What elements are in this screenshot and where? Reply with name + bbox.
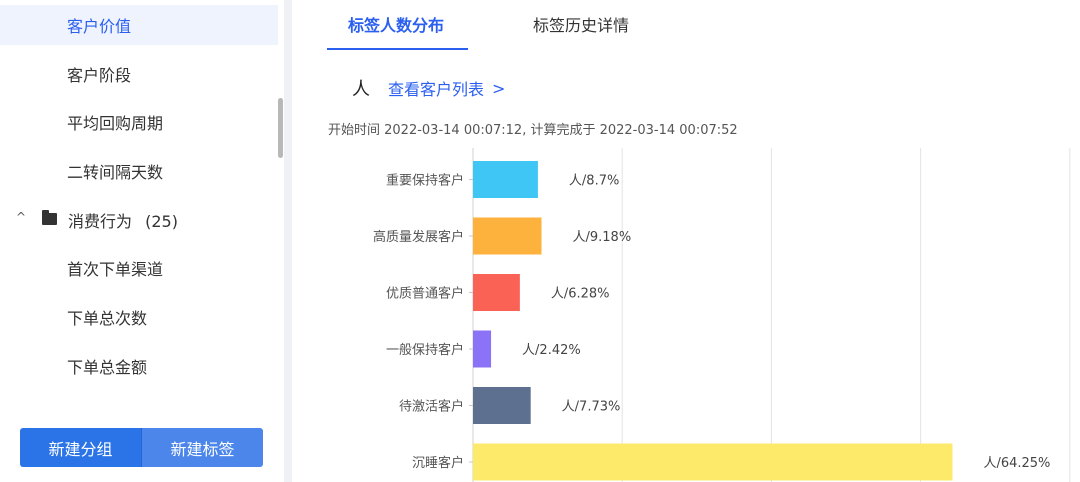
data-label: 人/7.73% [562, 400, 621, 415]
sidebar-item-avg-repurchase-cycle[interactable]: 平均回购周期 [0, 102, 278, 142]
calculation-time-info: 开始时间 2022-03-14 00:07:12, 计算完成于 2022-03-… [328, 123, 738, 138]
sidebar-item-label: 下单总金额 [67, 358, 148, 377]
category-label: 重要保持客户 [386, 173, 464, 189]
folder-icon [42, 210, 57, 225]
data-label: 人/8.7% [569, 174, 619, 189]
tab-tag-history[interactable]: 标签历史详情 [533, 12, 629, 36]
sidebar-item-label: 客户阶段 [67, 66, 132, 85]
active-tab-indicator [327, 48, 468, 50]
view-customer-list-label: 查看客户列表 [388, 80, 485, 99]
data-label: 人/9.18% [573, 230, 632, 245]
sidebar-scrollbar[interactable] [278, 98, 283, 158]
category-label: 高质量发展客户 [373, 229, 464, 245]
sidebar-item-label: 平均回购周期 [67, 114, 164, 133]
sidebar-button-group: 新建分组 新建标签 [20, 428, 263, 467]
sidebar-group-label: 消费行为 [68, 212, 133, 231]
category-label: 一般保持客户 [386, 342, 464, 358]
sidebar-item-second-purchase-interval[interactable]: 二转间隔天数 [0, 151, 278, 191]
bar [473, 274, 520, 311]
tag-distribution-chart: 重要保持客户 人/8.7% 高质量发展客户 人/9.18% 优质普通客户 人/6.28% 一… [290, 148, 1080, 482]
tab-tag-distribution[interactable]: 标签人数分布 [348, 12, 444, 36]
new-group-button[interactable]: 新建分组 [20, 428, 141, 467]
sidebar-item-total-amount[interactable]: 下单总金额 [0, 346, 278, 386]
category-label: 沉睡客户 [412, 455, 464, 471]
bar [473, 330, 492, 368]
bar [473, 161, 538, 198]
sidebar-item-label: 首次下单渠道 [67, 260, 164, 279]
data-label: 人/6.28% [551, 287, 610, 302]
bar-chart-svg: 重要保持客户 人/8.7% 高质量发展客户 人/9.18% 优质普通客户 人/6.28% 一… [373, 148, 1071, 482]
sidebar-item-customer-stage[interactable]: 客户阶段 [0, 54, 278, 94]
sidebar-item-customer-value[interactable]: 客户价值 [0, 5, 278, 45]
bar [473, 217, 542, 255]
sidebar-group-consumption[interactable]: ^ 消费行为 (25) [0, 200, 278, 240]
chevron-right-icon: > [492, 78, 506, 98]
bar [473, 387, 531, 424]
chevron-up-icon[interactable]: ^ [16, 210, 26, 224]
view-customer-list-link[interactable]: 查看客户列表 > [388, 76, 505, 100]
sidebar-group-count: (25) [145, 212, 178, 231]
category-label: 优质普通客户 [386, 286, 464, 302]
summary-row: 人 查看客户列表 > [328, 76, 505, 101]
sidebar-item-label: 二转间隔天数 [67, 163, 164, 182]
sidebar: 客户价值 客户阶段 平均回购周期 二转间隔天数 ^ 消费行为 (25) 首次下单… [0, 0, 284, 482]
bar [473, 443, 953, 481]
count-unit: 人 [352, 79, 370, 100]
new-tag-button[interactable]: 新建标签 [141, 428, 263, 467]
sidebar-item-first-order-channel[interactable]: 首次下单渠道 [0, 248, 278, 288]
sidebar-item-label: 客户价值 [67, 17, 132, 36]
sidebar-item-label: 下单总次数 [67, 309, 148, 328]
category-label: 待激活客户 [399, 399, 464, 415]
data-label: 人/64.25% [983, 456, 1050, 471]
data-label: 人/2.42% [522, 343, 581, 358]
sidebar-item-total-orders[interactable]: 下单总次数 [0, 297, 278, 337]
